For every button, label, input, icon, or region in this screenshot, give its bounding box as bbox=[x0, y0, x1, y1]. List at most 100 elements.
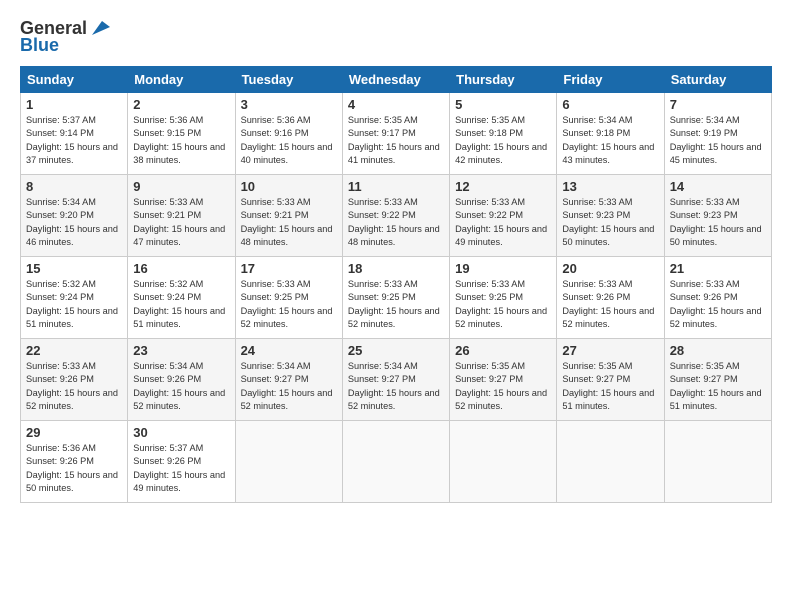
calendar-day-cell bbox=[342, 421, 449, 503]
day-number: 22 bbox=[26, 343, 122, 358]
calendar-day-cell bbox=[664, 421, 771, 503]
day-info: Sunrise: 5:32 AM Sunset: 9:24 PM Dayligh… bbox=[133, 278, 229, 331]
day-number: 29 bbox=[26, 425, 122, 440]
day-info: Sunrise: 5:37 AM Sunset: 9:26 PM Dayligh… bbox=[133, 442, 229, 495]
day-number: 27 bbox=[562, 343, 658, 358]
calendar-day-cell: 18 Sunrise: 5:33 AM Sunset: 9:25 PM Dayl… bbox=[342, 257, 449, 339]
day-number: 5 bbox=[455, 97, 551, 112]
calendar-week-row: 29 Sunrise: 5:36 AM Sunset: 9:26 PM Dayl… bbox=[21, 421, 772, 503]
calendar-day-cell bbox=[235, 421, 342, 503]
calendar-day-cell: 26 Sunrise: 5:35 AM Sunset: 9:27 PM Dayl… bbox=[450, 339, 557, 421]
day-info: Sunrise: 5:33 AM Sunset: 9:21 PM Dayligh… bbox=[241, 196, 337, 249]
logo-icon bbox=[88, 17, 110, 39]
day-number: 17 bbox=[241, 261, 337, 276]
day-number: 7 bbox=[670, 97, 766, 112]
calendar-day-cell: 11 Sunrise: 5:33 AM Sunset: 9:22 PM Dayl… bbox=[342, 175, 449, 257]
logo: General Blue bbox=[20, 18, 110, 56]
calendar-day-cell: 3 Sunrise: 5:36 AM Sunset: 9:16 PM Dayli… bbox=[235, 93, 342, 175]
weekday-header: Friday bbox=[557, 67, 664, 93]
day-number: 12 bbox=[455, 179, 551, 194]
weekday-header: Sunday bbox=[21, 67, 128, 93]
day-info: Sunrise: 5:35 AM Sunset: 9:17 PM Dayligh… bbox=[348, 114, 444, 167]
day-info: Sunrise: 5:33 AM Sunset: 9:21 PM Dayligh… bbox=[133, 196, 229, 249]
day-number: 8 bbox=[26, 179, 122, 194]
calendar-day-cell: 4 Sunrise: 5:35 AM Sunset: 9:17 PM Dayli… bbox=[342, 93, 449, 175]
calendar-day-cell: 6 Sunrise: 5:34 AM Sunset: 9:18 PM Dayli… bbox=[557, 93, 664, 175]
day-number: 24 bbox=[241, 343, 337, 358]
day-number: 26 bbox=[455, 343, 551, 358]
calendar-week-row: 15 Sunrise: 5:32 AM Sunset: 9:24 PM Dayl… bbox=[21, 257, 772, 339]
day-number: 30 bbox=[133, 425, 229, 440]
day-number: 13 bbox=[562, 179, 658, 194]
day-info: Sunrise: 5:33 AM Sunset: 9:23 PM Dayligh… bbox=[670, 196, 766, 249]
day-info: Sunrise: 5:37 AM Sunset: 9:14 PM Dayligh… bbox=[26, 114, 122, 167]
day-number: 18 bbox=[348, 261, 444, 276]
day-number: 28 bbox=[670, 343, 766, 358]
calendar-day-cell: 2 Sunrise: 5:36 AM Sunset: 9:15 PM Dayli… bbox=[128, 93, 235, 175]
day-info: Sunrise: 5:36 AM Sunset: 9:16 PM Dayligh… bbox=[241, 114, 337, 167]
weekday-header: Wednesday bbox=[342, 67, 449, 93]
weekday-header: Saturday bbox=[664, 67, 771, 93]
calendar-day-cell bbox=[450, 421, 557, 503]
calendar-day-cell: 10 Sunrise: 5:33 AM Sunset: 9:21 PM Dayl… bbox=[235, 175, 342, 257]
calendar-day-cell: 20 Sunrise: 5:33 AM Sunset: 9:26 PM Dayl… bbox=[557, 257, 664, 339]
day-info: Sunrise: 5:34 AM Sunset: 9:20 PM Dayligh… bbox=[26, 196, 122, 249]
calendar-day-cell: 23 Sunrise: 5:34 AM Sunset: 9:26 PM Dayl… bbox=[128, 339, 235, 421]
day-info: Sunrise: 5:35 AM Sunset: 9:27 PM Dayligh… bbox=[562, 360, 658, 413]
day-number: 14 bbox=[670, 179, 766, 194]
day-info: Sunrise: 5:33 AM Sunset: 9:26 PM Dayligh… bbox=[26, 360, 122, 413]
day-info: Sunrise: 5:35 AM Sunset: 9:27 PM Dayligh… bbox=[670, 360, 766, 413]
calendar-day-cell: 9 Sunrise: 5:33 AM Sunset: 9:21 PM Dayli… bbox=[128, 175, 235, 257]
calendar-day-cell: 14 Sunrise: 5:33 AM Sunset: 9:23 PM Dayl… bbox=[664, 175, 771, 257]
calendar-day-cell: 21 Sunrise: 5:33 AM Sunset: 9:26 PM Dayl… bbox=[664, 257, 771, 339]
calendar-week-row: 8 Sunrise: 5:34 AM Sunset: 9:20 PM Dayli… bbox=[21, 175, 772, 257]
day-number: 6 bbox=[562, 97, 658, 112]
page: General Blue SundayMondayTuesdayWednesda… bbox=[0, 0, 792, 612]
header: General Blue bbox=[20, 18, 772, 56]
day-number: 19 bbox=[455, 261, 551, 276]
calendar-day-cell: 1 Sunrise: 5:37 AM Sunset: 9:14 PM Dayli… bbox=[21, 93, 128, 175]
calendar-day-cell: 16 Sunrise: 5:32 AM Sunset: 9:24 PM Dayl… bbox=[128, 257, 235, 339]
day-number: 25 bbox=[348, 343, 444, 358]
calendar-day-cell: 25 Sunrise: 5:34 AM Sunset: 9:27 PM Dayl… bbox=[342, 339, 449, 421]
calendar-day-cell: 12 Sunrise: 5:33 AM Sunset: 9:22 PM Dayl… bbox=[450, 175, 557, 257]
calendar-day-cell: 27 Sunrise: 5:35 AM Sunset: 9:27 PM Dayl… bbox=[557, 339, 664, 421]
day-info: Sunrise: 5:34 AM Sunset: 9:19 PM Dayligh… bbox=[670, 114, 766, 167]
weekday-header: Monday bbox=[128, 67, 235, 93]
calendar-day-cell: 17 Sunrise: 5:33 AM Sunset: 9:25 PM Dayl… bbox=[235, 257, 342, 339]
calendar-week-row: 22 Sunrise: 5:33 AM Sunset: 9:26 PM Dayl… bbox=[21, 339, 772, 421]
day-info: Sunrise: 5:33 AM Sunset: 9:25 PM Dayligh… bbox=[241, 278, 337, 331]
calendar-day-cell: 7 Sunrise: 5:34 AM Sunset: 9:19 PM Dayli… bbox=[664, 93, 771, 175]
weekday-header: Tuesday bbox=[235, 67, 342, 93]
calendar-day-cell: 5 Sunrise: 5:35 AM Sunset: 9:18 PM Dayli… bbox=[450, 93, 557, 175]
day-number: 23 bbox=[133, 343, 229, 358]
calendar-day-cell bbox=[557, 421, 664, 503]
day-number: 20 bbox=[562, 261, 658, 276]
day-info: Sunrise: 5:33 AM Sunset: 9:26 PM Dayligh… bbox=[670, 278, 766, 331]
day-info: Sunrise: 5:34 AM Sunset: 9:27 PM Dayligh… bbox=[348, 360, 444, 413]
day-number: 15 bbox=[26, 261, 122, 276]
day-info: Sunrise: 5:34 AM Sunset: 9:27 PM Dayligh… bbox=[241, 360, 337, 413]
day-number: 1 bbox=[26, 97, 122, 112]
calendar-day-cell: 28 Sunrise: 5:35 AM Sunset: 9:27 PM Dayl… bbox=[664, 339, 771, 421]
calendar-table: SundayMondayTuesdayWednesdayThursdayFrid… bbox=[20, 66, 772, 503]
day-number: 21 bbox=[670, 261, 766, 276]
day-info: Sunrise: 5:34 AM Sunset: 9:26 PM Dayligh… bbox=[133, 360, 229, 413]
weekday-header: Thursday bbox=[450, 67, 557, 93]
day-info: Sunrise: 5:32 AM Sunset: 9:24 PM Dayligh… bbox=[26, 278, 122, 331]
day-number: 4 bbox=[348, 97, 444, 112]
day-info: Sunrise: 5:36 AM Sunset: 9:26 PM Dayligh… bbox=[26, 442, 122, 495]
day-info: Sunrise: 5:33 AM Sunset: 9:22 PM Dayligh… bbox=[348, 196, 444, 249]
calendar-day-cell: 13 Sunrise: 5:33 AM Sunset: 9:23 PM Dayl… bbox=[557, 175, 664, 257]
calendar-week-row: 1 Sunrise: 5:37 AM Sunset: 9:14 PM Dayli… bbox=[21, 93, 772, 175]
calendar-day-cell: 24 Sunrise: 5:34 AM Sunset: 9:27 PM Dayl… bbox=[235, 339, 342, 421]
calendar-day-cell: 19 Sunrise: 5:33 AM Sunset: 9:25 PM Dayl… bbox=[450, 257, 557, 339]
logo-blue-text: Blue bbox=[20, 35, 59, 56]
day-info: Sunrise: 5:35 AM Sunset: 9:18 PM Dayligh… bbox=[455, 114, 551, 167]
day-number: 9 bbox=[133, 179, 229, 194]
day-info: Sunrise: 5:33 AM Sunset: 9:25 PM Dayligh… bbox=[348, 278, 444, 331]
calendar-day-cell: 22 Sunrise: 5:33 AM Sunset: 9:26 PM Dayl… bbox=[21, 339, 128, 421]
calendar-day-cell: 15 Sunrise: 5:32 AM Sunset: 9:24 PM Dayl… bbox=[21, 257, 128, 339]
day-info: Sunrise: 5:33 AM Sunset: 9:25 PM Dayligh… bbox=[455, 278, 551, 331]
calendar-day-cell: 30 Sunrise: 5:37 AM Sunset: 9:26 PM Dayl… bbox=[128, 421, 235, 503]
